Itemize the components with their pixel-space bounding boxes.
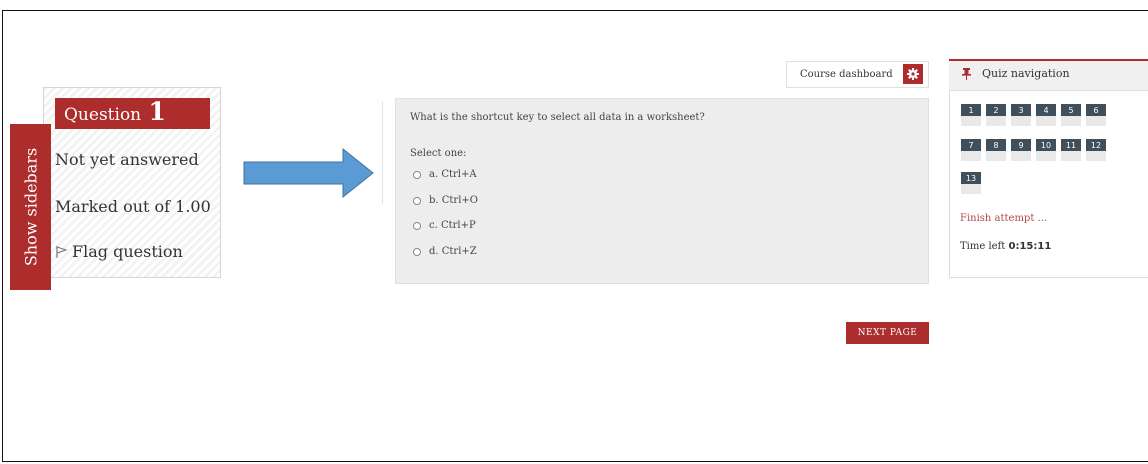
option-label: b. Ctrl+O [429, 195, 478, 206]
quiz-nav-button-8[interactable]: 8 [986, 139, 1006, 161]
gear-icon[interactable] [903, 64, 923, 84]
nav-button-number: 13 [961, 172, 981, 184]
question-text: What is the shortcut key to select all d… [410, 112, 705, 123]
quiz-nav-button-10[interactable]: 10 [1036, 139, 1056, 161]
show-sidebars-label: Show sidebars [21, 147, 40, 267]
course-dashboard-label: Course dashboard [800, 69, 893, 80]
nav-button-number: 12 [1086, 139, 1106, 151]
time-left-label: Time left [960, 241, 1006, 252]
time-left: Time left 0:15:11 [960, 241, 1051, 252]
quiz-nav-button-9[interactable]: 9 [1011, 139, 1031, 161]
option-label: d. Ctrl+Z [429, 246, 477, 257]
answer-option-d[interactable]: d. Ctrl+Z [413, 246, 477, 257]
option-label: a. Ctrl+A [429, 169, 477, 180]
quiz-nav-button-1[interactable]: 1 [961, 104, 981, 126]
nav-button-number: 10 [1036, 139, 1056, 151]
finish-attempt-link[interactable]: Finish attempt ... [960, 213, 1047, 224]
quiz-nav-button-11[interactable]: 11 [1061, 139, 1081, 161]
nav-button-number: 4 [1036, 104, 1056, 116]
radio-button[interactable] [413, 221, 421, 230]
gear-glyph [907, 68, 919, 80]
quiz-navigation-title: Quiz navigation [982, 67, 1070, 80]
quiz-nav-button-6[interactable]: 6 [1086, 104, 1106, 126]
nav-button-number: 6 [1086, 104, 1106, 116]
nav-button-number: 3 [1011, 104, 1031, 116]
radio-button[interactable] [413, 170, 421, 179]
content-divider [382, 101, 383, 204]
nav-button-number: 1 [961, 104, 981, 116]
answer-option-c[interactable]: c. Ctrl+P [413, 220, 476, 231]
show-sidebars-tab[interactable]: Show sidebars [10, 124, 51, 290]
quiz-nav-button-2[interactable]: 2 [986, 104, 1006, 126]
answer-option-b[interactable]: b. Ctrl+O [413, 195, 478, 206]
question-number-badge: Question 1 [55, 98, 210, 129]
radio-button[interactable] [413, 196, 421, 205]
quiz-nav-button-5[interactable]: 5 [1061, 104, 1081, 126]
quiz-nav-button-12[interactable]: 12 [1086, 139, 1106, 161]
nav-button-number: 2 [986, 104, 1006, 116]
pin-icon[interactable] [962, 68, 971, 80]
nav-button-number: 8 [986, 139, 1006, 151]
quiz-nav-button-4[interactable]: 4 [1036, 104, 1056, 126]
select-one-prompt: Select one: [410, 148, 467, 159]
answer-option-a[interactable]: a. Ctrl+A [413, 169, 477, 180]
question-marks: Marked out of 1.00 [55, 197, 211, 216]
nav-button-number: 5 [1061, 104, 1081, 116]
quiz-nav-button-7[interactable]: 7 [961, 139, 981, 161]
flag-icon [56, 245, 67, 258]
quiz-nav-button-3[interactable]: 3 [1011, 104, 1031, 126]
radio-button[interactable] [413, 247, 421, 256]
question-status: Not yet answered [55, 150, 199, 169]
time-left-value: 0:15:11 [1008, 241, 1052, 252]
nav-button-number: 11 [1061, 139, 1081, 151]
question-label: Question [64, 105, 142, 125]
next-page-button[interactable]: NEXT PAGE [846, 322, 929, 344]
flag-question-label: Flag question [72, 242, 183, 261]
nav-button-number: 7 [961, 139, 981, 151]
question-number: 1 [148, 97, 166, 126]
nav-button-number: 9 [1011, 139, 1031, 151]
flag-question-link[interactable]: Flag question [55, 242, 183, 261]
quiz-nav-button-13[interactable]: 13 [961, 172, 981, 194]
right-arrow-icon [243, 148, 374, 198]
option-label: c. Ctrl+P [429, 220, 476, 231]
